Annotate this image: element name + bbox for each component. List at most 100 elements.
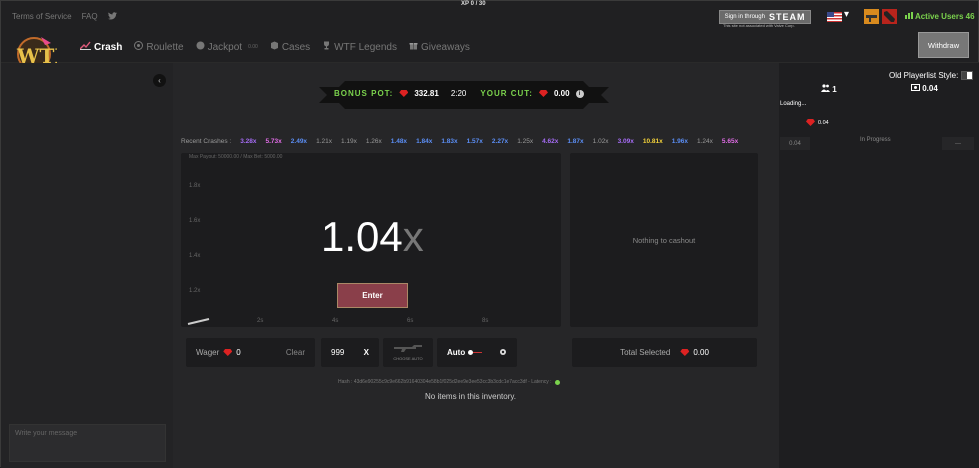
y-tick: 1.8x: [189, 183, 201, 189]
x-tick: 2s: [257, 318, 264, 324]
nav-jackpot[interactable]: Jackpot 0.00: [196, 41, 258, 53]
faq-link[interactable]: FAQ: [82, 12, 98, 22]
recent-crash-value: 10.81x: [642, 138, 663, 145]
xp-label: XP 0 / 30: [461, 1, 486, 7]
active-users-text: Active Users 46: [914, 12, 975, 21]
top-links: Terms of Service FAQ: [12, 12, 117, 22]
info-icon[interactable]: i: [575, 89, 584, 98]
auto-control: Auto: [437, 338, 517, 367]
dota-game-icon[interactable]: [882, 9, 897, 24]
auto-toggle[interactable]: [468, 349, 483, 355]
chevron-down-icon[interactable]: ▾: [844, 9, 849, 20]
recent-crash-value: 1.57x: [466, 138, 483, 145]
wager-label: Wager: [196, 348, 220, 357]
inventory-empty: No items in this inventory.: [425, 392, 516, 401]
max-payout-note: Max Payout: 50000.00 / Max Bet: 5000.00: [189, 154, 283, 160]
steam-sign-in-text: Sign in through: [724, 14, 765, 20]
player-bet: 0.04: [806, 119, 829, 126]
player-row-status: In Progress: [860, 137, 891, 143]
y-tick: 1.4x: [189, 253, 201, 259]
nav-jackpot-label: Jackpot: [207, 41, 243, 53]
gem-icon: [806, 119, 815, 126]
recent-crash-value: 1.02x: [592, 138, 609, 145]
gem-icon: [538, 90, 548, 97]
jackpot-icon: [196, 41, 205, 53]
active-users-count: Active Users 46: [905, 12, 975, 21]
recent-crash-value: 1.25x: [517, 138, 534, 145]
recent-crash-value: 1.26x: [365, 138, 382, 145]
bonus-pot-value: 332.81: [414, 89, 439, 98]
your-cut-label: YOUR CUT:: [480, 89, 533, 98]
bonus-pot-label: BONUS POT:: [334, 89, 394, 98]
nav-legends[interactable]: WTF Legends: [322, 41, 397, 53]
wager-control: Wager 0 Clear: [186, 338, 315, 367]
steam-note: This site not associated with Valve Corp…: [723, 23, 795, 28]
nav-crash[interactable]: Crash: [79, 41, 123, 53]
clear-button[interactable]: Clear: [286, 348, 305, 357]
steam-login-button[interactable]: Sign in through STEAM: [719, 10, 811, 24]
auto-cashout-control: 999 X: [321, 338, 379, 367]
recent-crash-value: 1.83x: [441, 138, 458, 145]
recent-crashes: Recent Crashes : 3.28x 5.73x 2.49x 1.21x 1.1…: [181, 138, 738, 145]
collapse-chat-button[interactable]: ‹: [153, 74, 166, 87]
gem-icon: [680, 349, 690, 356]
x-tick: 6s: [407, 318, 414, 324]
steam-brand: STEAM: [768, 12, 806, 22]
nav-roulette[interactable]: Roulette: [134, 41, 184, 53]
us-flag-icon[interactable]: [827, 12, 842, 22]
gear-icon[interactable]: [499, 348, 507, 358]
hash-text: Hash : 43d6e90255c9c9e662b91640304e58b1f…: [338, 379, 552, 385]
recent-crash-value: 1.84x: [416, 138, 433, 145]
crash-curve: [187, 318, 210, 325]
nav-crash-label: Crash: [94, 41, 123, 53]
choose-auto-label: CHOOSE AUTO: [393, 356, 423, 361]
recent-crash-value: 3.28x: [240, 138, 257, 145]
chat-input[interactable]: Write your message: [9, 424, 166, 462]
your-cut-value: 0.00: [553, 89, 570, 98]
player-row-value: 0.04: [780, 137, 810, 150]
player-bet-value: 0.04: [818, 119, 829, 126]
nav-giveaways[interactable]: Giveaways: [409, 41, 470, 53]
nav-cases[interactable]: Cases: [270, 41, 310, 53]
bonus-timer: 2:20: [450, 89, 467, 98]
total-selected-label: Total Selected: [620, 348, 671, 357]
wager-input[interactable]: 0: [236, 348, 240, 357]
player-count-value: 1: [832, 85, 837, 94]
recent-crash-value: 1.24x: [697, 138, 713, 145]
twitter-icon[interactable]: [107, 12, 117, 22]
current-multiplier: 1.04x: [321, 213, 424, 261]
auto-cashout-input[interactable]: 999: [331, 348, 344, 357]
users-icon: [821, 84, 832, 94]
chat-panel: [1, 63, 173, 468]
hash-line: Hash : 43d6e90255c9c9e662b91640304e58b1f…: [338, 379, 560, 385]
rifle-icon: [394, 344, 422, 354]
chevron-left-icon: ‹: [158, 76, 161, 85]
recent-crash-value: 2.49x: [290, 138, 308, 145]
bar-chart-icon: [905, 12, 915, 21]
total-selected-value: 0.00: [693, 348, 709, 357]
recent-crash-value: 1.48x: [390, 138, 408, 145]
gem-icon: [399, 90, 409, 97]
old-style-toggle[interactable]: [961, 71, 974, 80]
nav-roulette-label: Roulette: [146, 41, 184, 53]
y-tick: 1.6x: [189, 218, 201, 224]
enter-button[interactable]: Enter: [337, 283, 408, 308]
old-playerlist-style: Old Playerlist Style:: [889, 71, 974, 80]
nav-jackpot-amount: 0.00: [248, 44, 258, 50]
x-tick: 8s: [482, 318, 489, 324]
trophy-icon: [322, 41, 331, 53]
cashout-empty-text: Nothing to cashout: [632, 235, 696, 245]
choose-auto-button[interactable]: CHOOSE AUTO: [383, 338, 433, 367]
roulette-icon: [134, 41, 144, 53]
gem-icon: [223, 349, 233, 356]
csgo-game-icon[interactable]: [864, 9, 879, 24]
cashout-panel: Nothing to cashout: [570, 153, 758, 327]
total-bet-value: 0.04: [922, 84, 938, 93]
recent-crash-value: 1.87x: [567, 138, 584, 145]
withdraw-button[interactable]: Withdraw: [918, 32, 969, 58]
trend-up-icon: [79, 41, 91, 53]
multiplier-suffix: x: [402, 213, 424, 260]
loading-text: Loading...: [780, 101, 807, 107]
terms-link[interactable]: Terms of Service: [12, 12, 72, 22]
recent-crash-value: 1.96x: [671, 138, 689, 145]
